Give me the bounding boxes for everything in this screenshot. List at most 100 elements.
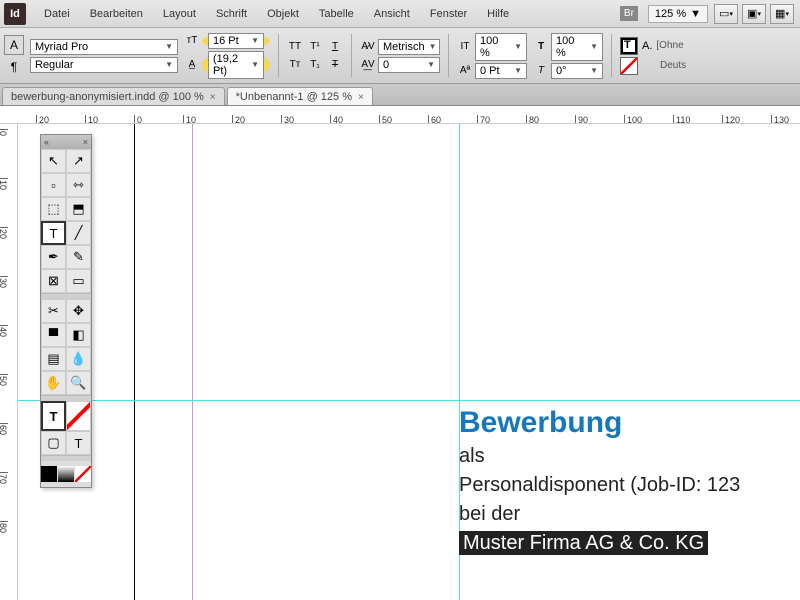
view-mode-btn-1[interactable]: ▭▾ bbox=[714, 4, 738, 24]
rectangle-tool[interactable]: ▭ bbox=[66, 269, 91, 293]
menu-ansicht[interactable]: Ansicht bbox=[364, 4, 420, 24]
leading-select[interactable]: (19,2 Pt)▼ bbox=[208, 51, 264, 79]
baseline-select[interactable]: 0 Pt▼ bbox=[475, 63, 527, 79]
leading-value: (19,2 Pt) bbox=[213, 53, 247, 77]
free-transform-tool[interactable]: ✥ bbox=[66, 299, 91, 323]
fill-swatch[interactable]: T bbox=[620, 37, 638, 55]
gap-tool[interactable]: ⇿ bbox=[66, 173, 91, 197]
hscale-select[interactable]: 100 %▼ bbox=[551, 33, 603, 61]
char-style-icon[interactable]: A. bbox=[642, 40, 652, 52]
zoom-select[interactable]: 125 %▼ bbox=[648, 5, 708, 23]
smallcaps-icon[interactable]: Tт bbox=[287, 57, 303, 73]
doc-title[interactable]: Bewerbung bbox=[459, 406, 740, 440]
menu-objekt[interactable]: Objekt bbox=[257, 4, 309, 24]
underline-icon[interactable]: T bbox=[327, 39, 343, 55]
apply-none-icon[interactable] bbox=[75, 466, 91, 482]
view-mode-btn-2[interactable]: ▣▾ bbox=[742, 4, 766, 24]
font-family-select[interactable]: Myriad Pro▼ bbox=[30, 39, 178, 55]
fill-stroke-none[interactable] bbox=[66, 401, 91, 431]
close-icon[interactable]: × bbox=[210, 92, 216, 103]
selection-tool[interactable]: ↖ bbox=[41, 149, 66, 173]
language-label: Deuts bbox=[660, 60, 686, 71]
doc-line-2[interactable]: Personaldisponent (Job-ID: 123 bbox=[459, 471, 740, 500]
ruler-vertical[interactable]: 01020304050607080 bbox=[0, 124, 18, 600]
rectangle-frame-tool[interactable]: ⊠ bbox=[41, 269, 66, 293]
content-collector-tool[interactable]: ⬚ bbox=[41, 197, 66, 221]
kerning-select[interactable]: Metrisch▼ bbox=[378, 39, 440, 55]
document-text: Bewerbung als Personaldisponent (Job-ID:… bbox=[459, 406, 740, 558]
doc-line-1[interactable]: als bbox=[459, 442, 740, 471]
hscale-icon: T bbox=[533, 39, 549, 55]
chevron-down-icon: ▼ bbox=[590, 66, 598, 75]
para-panel-icon[interactable]: ¶ bbox=[4, 57, 24, 77]
leading-icon: A̲ bbox=[184, 57, 200, 73]
vscale-icon: IT bbox=[457, 39, 473, 55]
menu-bearbeiten[interactable]: Bearbeiten bbox=[80, 4, 153, 24]
skew-value: 0° bbox=[556, 65, 567, 77]
fill-stroke-toggle[interactable]: T bbox=[41, 401, 66, 431]
menu-hilfe[interactable]: Hilfe bbox=[477, 4, 519, 24]
gradient-swatch-tool[interactable]: ▀ bbox=[41, 323, 66, 347]
pencil-tool[interactable]: ✎ bbox=[66, 245, 91, 269]
hand-tool[interactable]: ✋ bbox=[41, 371, 66, 395]
direct-selection-tool[interactable]: ↗ bbox=[66, 149, 91, 173]
tab-doc-2[interactable]: *Unbenannt-1 @ 125 % × bbox=[227, 87, 373, 105]
tools-header[interactable]: «× bbox=[41, 135, 91, 149]
tools-panel[interactable]: «× ↖ ↗ ▫ ⇿ ⬚ ⬒ T ╱ ✒ ✎ ⊠ ▭ ✂ ✥ ▀ ◧ ▤ 💧 bbox=[40, 134, 92, 488]
canvas[interactable]: Bewerbung als Personaldisponent (Job-ID:… bbox=[18, 124, 800, 600]
collapse-icon[interactable]: « bbox=[44, 137, 49, 147]
char-panel-icon[interactable]: A bbox=[4, 35, 24, 55]
font-style-select[interactable]: Regular▼ bbox=[30, 57, 178, 73]
vscale-select[interactable]: 100 %▼ bbox=[475, 33, 527, 61]
doc-line-4[interactable]: Muster Firma AG & Co. KG bbox=[459, 529, 740, 558]
bridge-icon[interactable]: Br bbox=[620, 6, 638, 21]
line-tool[interactable]: ╱ bbox=[66, 221, 91, 245]
apply-text-icon[interactable]: T bbox=[66, 431, 91, 455]
doc-line-3[interactable]: bei der bbox=[459, 500, 740, 529]
skew-select[interactable]: 0° ▼ bbox=[551, 63, 603, 79]
superscript-icon[interactable]: T¹ bbox=[307, 39, 323, 55]
stroke-swatch[interactable] bbox=[620, 57, 638, 75]
doc-l2a: Personaldisponent bbox=[459, 474, 630, 496]
pen-tool[interactable]: ✒ bbox=[41, 245, 66, 269]
charstyle-label: [Ohne bbox=[656, 40, 683, 51]
guide-horizontal[interactable] bbox=[18, 400, 800, 401]
allcaps-icon[interactable]: TT bbox=[287, 39, 303, 55]
chevron-down-icon: ▼ bbox=[165, 60, 173, 69]
chevron-down-icon: ▼ bbox=[514, 42, 522, 51]
tab-label: *Unbenannt-1 @ 125 % bbox=[236, 91, 352, 103]
gradient-feather-tool[interactable]: ◧ bbox=[66, 323, 91, 347]
page-edge bbox=[134, 124, 135, 600]
menu-layout[interactable]: Layout bbox=[153, 4, 206, 24]
note-tool[interactable]: ▤ bbox=[41, 347, 66, 371]
menu-datei[interactable]: Datei bbox=[34, 4, 80, 24]
close-icon[interactable]: × bbox=[83, 137, 88, 147]
apply-color-icon[interactable] bbox=[41, 466, 57, 482]
content-placer-tool[interactable]: ⬒ bbox=[66, 197, 91, 221]
margin-guide-left[interactable] bbox=[192, 124, 193, 600]
apply-container-icon[interactable]: ▢ bbox=[41, 431, 66, 455]
menu-tabelle[interactable]: Tabelle bbox=[309, 4, 364, 24]
tracking-select[interactable]: 0▼ bbox=[378, 57, 440, 73]
tab-label: bewerbung-anonymisiert.indd @ 100 % bbox=[11, 91, 204, 103]
ruler-horizontal[interactable]: 20100102030405060708090100110120130 bbox=[0, 106, 800, 124]
control-panel: A ¶ Myriad Pro▼ Regular▼ тT 16 Pt▼ A̲ (1… bbox=[0, 28, 800, 84]
strikethrough-icon[interactable]: T bbox=[327, 57, 343, 73]
tab-doc-1[interactable]: bewerbung-anonymisiert.indd @ 100 % × bbox=[2, 87, 225, 105]
baseline-icon: Aª bbox=[457, 63, 473, 79]
subscript-icon[interactable]: T₁ bbox=[307, 57, 323, 73]
document-tabs: bewerbung-anonymisiert.indd @ 100 % × *Un… bbox=[0, 84, 800, 106]
view-mode-btn-3[interactable]: ▦▾ bbox=[770, 4, 794, 24]
close-icon[interactable]: × bbox=[358, 92, 364, 103]
menu-schrift[interactable]: Schrift bbox=[206, 4, 257, 24]
menu-fenster[interactable]: Fenster bbox=[420, 4, 477, 24]
apply-gradient-icon[interactable] bbox=[58, 466, 74, 482]
page-tool[interactable]: ▫ bbox=[41, 173, 66, 197]
chevron-down-icon: ▼ bbox=[690, 8, 701, 20]
font-size-select[interactable]: 16 Pt▼ bbox=[208, 33, 264, 49]
eyedropper-tool[interactable]: 💧 bbox=[66, 347, 91, 371]
type-tool[interactable]: T bbox=[41, 221, 66, 245]
scissors-tool[interactable]: ✂ bbox=[41, 299, 66, 323]
workspace: 01020304050607080 Bewerbung als Personal… bbox=[0, 124, 800, 600]
zoom-tool[interactable]: 🔍 bbox=[66, 371, 91, 395]
